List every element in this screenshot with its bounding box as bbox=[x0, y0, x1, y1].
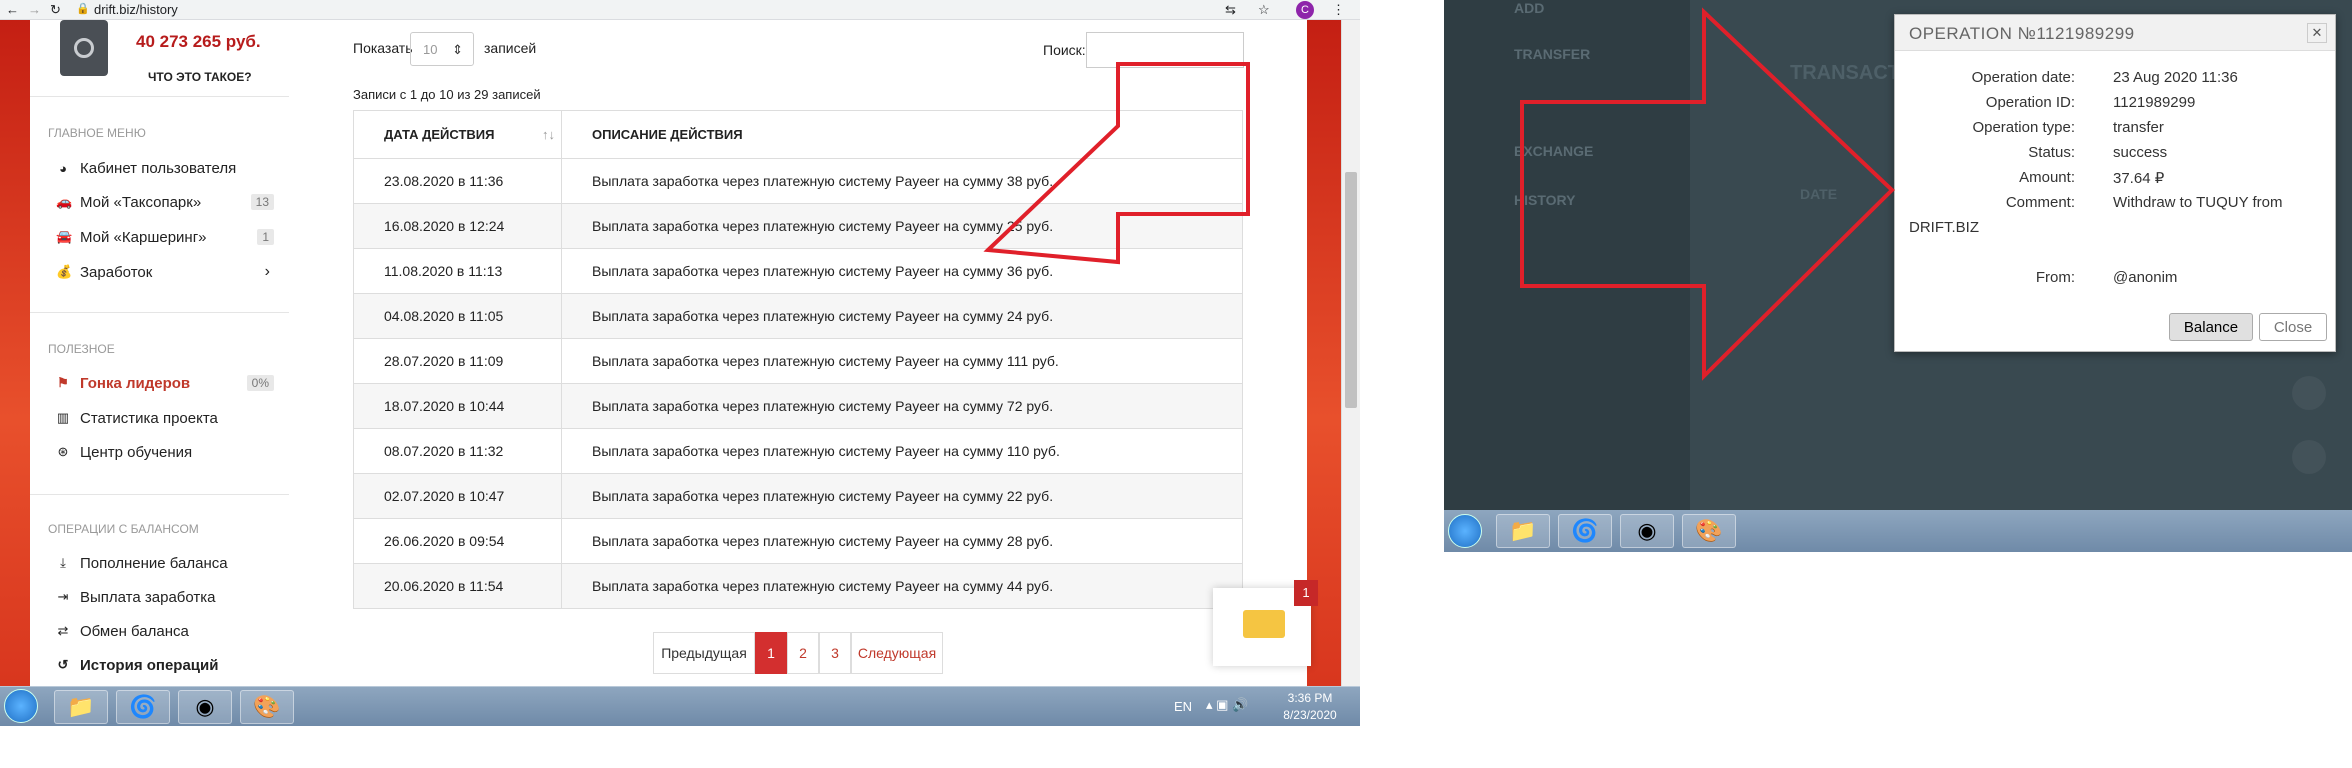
browser-screenshot: ← → ↻ 🔒 drift.biz/history ⇆ ☆ C ⋮ 40 273… bbox=[0, 0, 1360, 726]
red-arrow-left bbox=[983, 62, 1250, 265]
wallet-screenshot: ADD TRANSFER EXCHANGE HISTORY TRANSACTI … bbox=[1444, 0, 2352, 552]
red-arrow-right bbox=[1520, 7, 1895, 381]
